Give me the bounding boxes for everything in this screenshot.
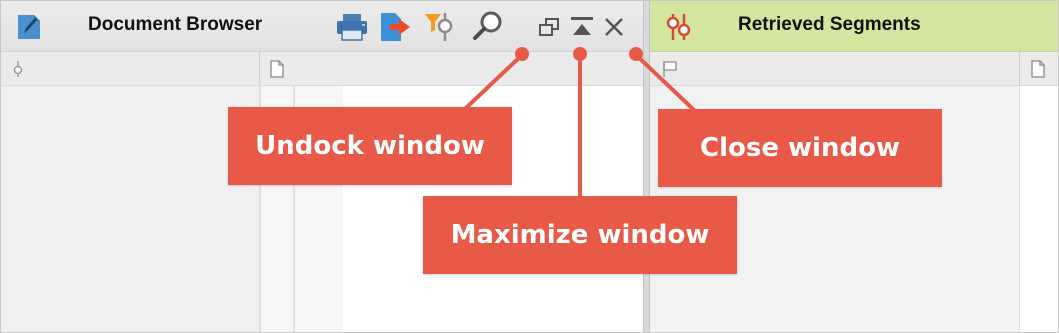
document-page-icon <box>270 60 284 78</box>
retrieved-segments-title: Retrieved Segments <box>738 14 921 35</box>
close-icon[interactable] <box>602 15 626 39</box>
retrieved-segments-ruler <box>650 52 1058 86</box>
pane-splitter[interactable] <box>643 1 650 332</box>
document-browser-title: Document Browser <box>88 14 263 35</box>
export-icon[interactable] <box>379 11 411 43</box>
segments-icon <box>666 14 691 40</box>
undock-icon[interactable] <box>537 17 561 39</box>
document-browser-header: Document Browser <box>1 1 643 52</box>
undock-callout: Undock window <box>228 107 512 185</box>
ruler-separator <box>1019 52 1020 85</box>
search-icon[interactable] <box>472 10 504 42</box>
maximize-icon[interactable] <box>569 15 595 39</box>
edit-icon[interactable] <box>16 12 42 40</box>
retrieved-segments-header: Retrieved Segments <box>650 1 1058 52</box>
code-margin-column <box>1 86 259 332</box>
maximize-callout: Maximize window <box>423 196 737 274</box>
print-icon[interactable] <box>335 12 369 42</box>
segments-list-area[interactable] <box>1020 86 1058 332</box>
document-page-icon <box>1031 60 1045 78</box>
filter-icon[interactable] <box>423 11 457 43</box>
code-marker-icon <box>13 61 23 77</box>
segment-flag-icon <box>663 61 677 77</box>
document-browser-ruler <box>1 52 643 86</box>
close-callout: Close window <box>658 109 942 187</box>
ruler-separator <box>259 52 260 85</box>
